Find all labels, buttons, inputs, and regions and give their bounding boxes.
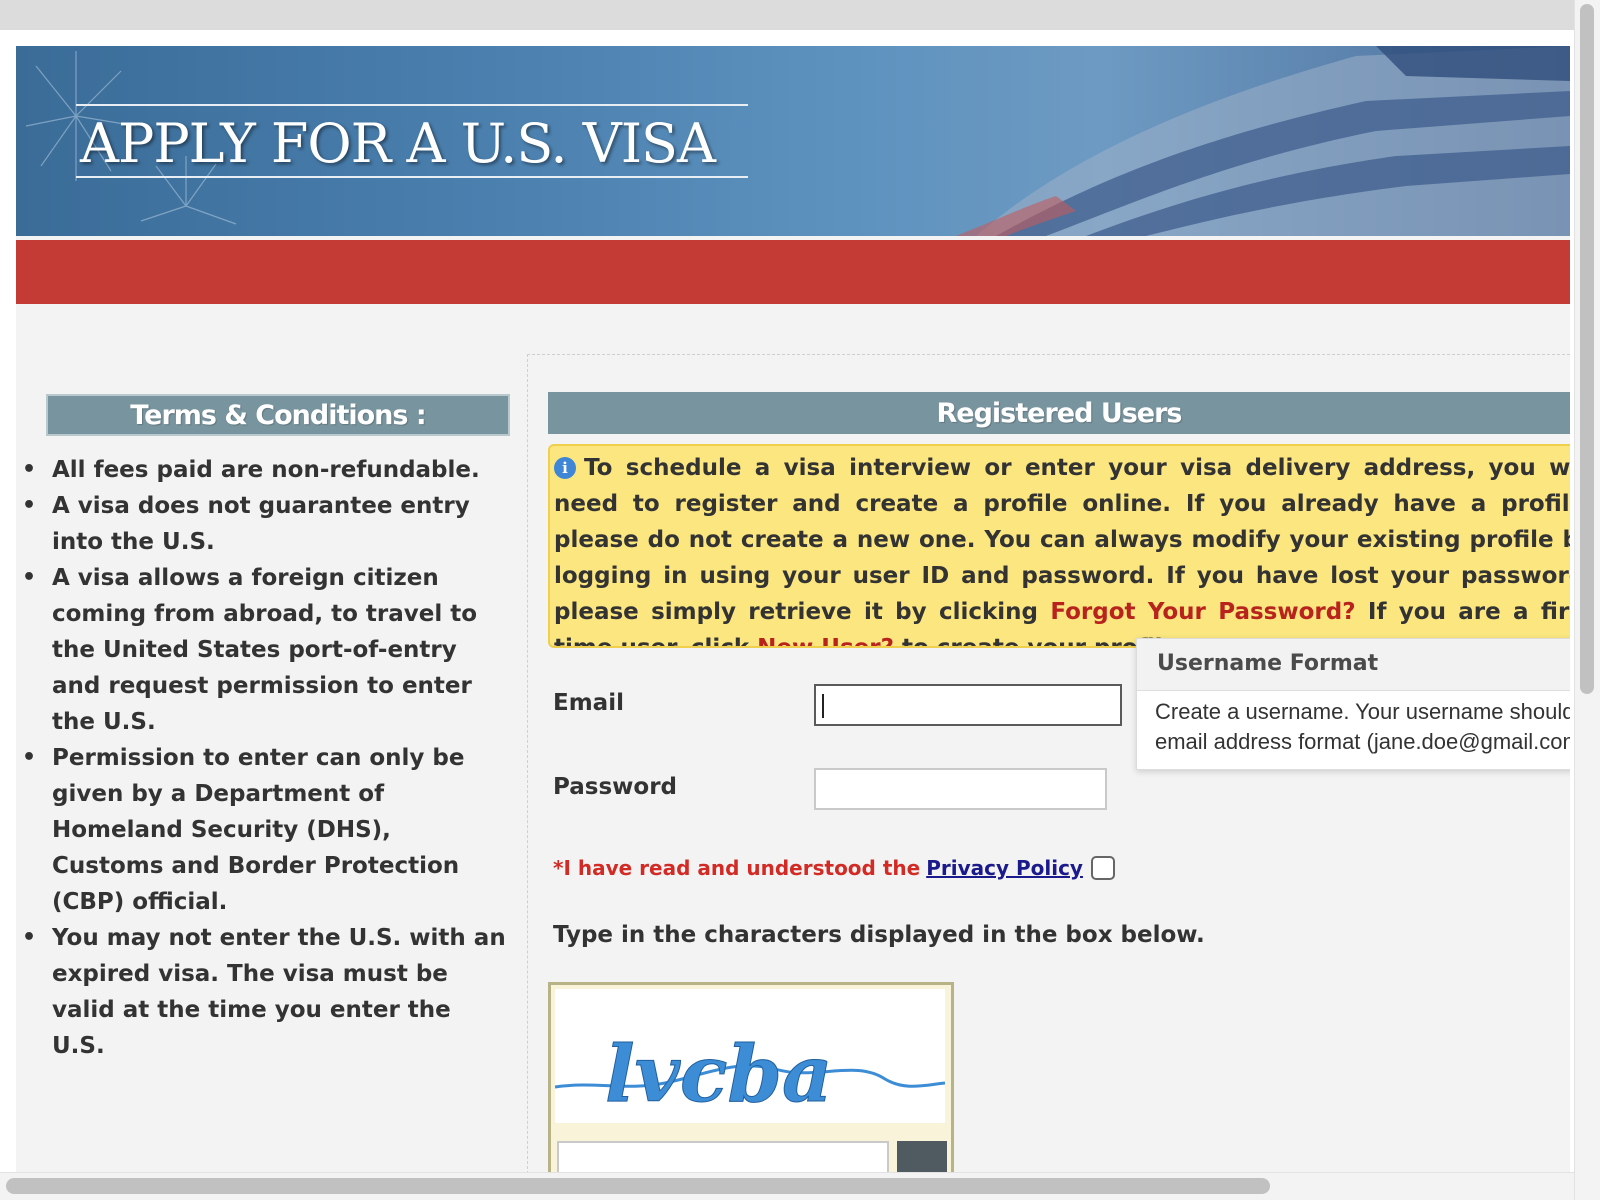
email-label: Email — [553, 690, 624, 716]
tooltip-line: Create a username. Your username should … — [1155, 699, 1570, 724]
tooltip-line: email address format (jane.doe@gmail.com… — [1155, 729, 1570, 754]
tooltip-body: Create a username. Your username should … — [1137, 691, 1570, 763]
new-user-link[interactable]: New User? — [757, 635, 894, 646]
captcha-instruction: Type in the characters displayed in the … — [553, 922, 1205, 948]
list-item: Permission to enter can only be given by… — [16, 740, 506, 920]
captcha-graphic: lvcba — [554, 1029, 946, 1121]
password-label: Password — [553, 774, 677, 800]
list-item: You may not enter the U.S. with an expir… — [16, 920, 506, 1064]
privacy-row: *I have read and understood the Privacy … — [553, 856, 1115, 880]
forgot-password-link[interactable]: Forgot Your Password? — [1050, 599, 1355, 625]
captcha-box: lvcba — [548, 982, 954, 1172]
content-divider — [527, 354, 1570, 355]
captcha-image: lvcba — [554, 989, 946, 1123]
info-notice: i To schedule a visa interview or enter y… — [548, 444, 1570, 648]
list-item: All fees paid are non-refundable. — [16, 452, 506, 488]
visa-login-page: APPLY FOR A U.S. VISA Terms & Conditions… — [16, 46, 1570, 1172]
email-field[interactable] — [814, 684, 1122, 726]
registered-users-heading: Registered Users — [548, 392, 1570, 434]
vertical-scroll-thumb[interactable] — [1580, 4, 1594, 694]
terms-list: All fees paid are non-refundable. A visa… — [16, 452, 506, 1064]
info-icon: i — [554, 457, 576, 479]
us-flag-graphic — [956, 46, 1570, 236]
username-format-tooltip: Username Format Create a username. Your … — [1136, 638, 1570, 770]
password-field[interactable] — [814, 768, 1107, 810]
column-divider — [527, 354, 528, 1172]
text-caret — [822, 694, 824, 718]
page-title: APPLY FOR A U.S. VISA — [80, 112, 716, 175]
banner-rule-bottom — [76, 176, 748, 178]
banner-rule-top — [76, 104, 748, 106]
list-item: A visa allows a foreign citizen coming f… — [16, 560, 506, 740]
banner: APPLY FOR A U.S. VISA — [16, 46, 1570, 236]
captcha-refresh-button[interactable] — [897, 1141, 947, 1172]
red-nav-band — [16, 240, 1570, 304]
privacy-text: *I have read and understood the — [553, 856, 921, 880]
horizontal-scroll-thumb[interactable] — [6, 1178, 1270, 1194]
info-notice-text: i To schedule a visa interview or enter y… — [554, 450, 1570, 646]
browser-top-strip — [0, 0, 1574, 30]
privacy-checkbox[interactable] — [1090, 856, 1115, 880]
tooltip-title: Username Format — [1137, 639, 1570, 691]
privacy-policy-link[interactable]: Privacy Policy — [926, 856, 1083, 880]
terms-heading: Terms & Conditions : — [46, 394, 510, 436]
captcha-text: lvcba — [605, 1029, 833, 1120]
list-item: A visa does not guarantee entry into the… — [16, 488, 506, 560]
captcha-input[interactable] — [557, 1141, 889, 1172]
